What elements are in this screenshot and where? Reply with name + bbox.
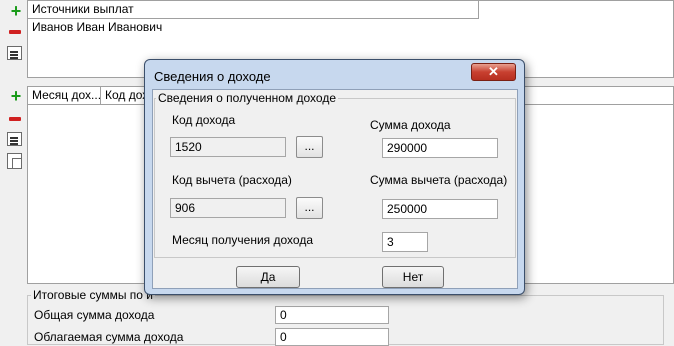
income-dialog: Сведения о доходе ✕ Сведения о полученно… — [144, 59, 525, 295]
income-code-label: Код дохода — [172, 113, 236, 127]
income-sum-field[interactable]: 290000 — [382, 138, 498, 158]
deduction-sum-field[interactable]: 250000 — [382, 199, 498, 219]
close-button[interactable]: ✕ — [471, 63, 516, 81]
income-info-group-label: Сведения о полученном доходе — [156, 91, 339, 105]
column-month[interactable]: Месяц дох... — [28, 87, 101, 104]
remove-income-icon[interactable] — [9, 117, 21, 121]
copy-income-icon[interactable] — [7, 153, 22, 169]
dialog-title: Сведения о доходе — [154, 69, 271, 84]
remove-source-icon[interactable] — [9, 30, 21, 34]
income-code-select-button[interactable]: ... — [296, 136, 323, 158]
edit-income-icon[interactable] — [7, 132, 22, 146]
taxable-income-label: Облагаемая сумма дохода — [34, 330, 184, 344]
add-source-icon[interactable]: + — [7, 2, 25, 21]
deduction-code-label: Код вычета (расхода) — [172, 173, 292, 187]
deduction-sum-label: Сумма вычета (расхода) — [370, 173, 508, 187]
deduction-code-select-button[interactable]: ... — [296, 197, 323, 219]
add-income-icon[interactable]: + — [7, 87, 25, 106]
income-sum-label: Сумма дохода — [370, 118, 451, 132]
taxable-income-field[interactable]: 0 — [275, 328, 389, 346]
total-income-field[interactable]: 0 — [275, 306, 389, 324]
cancel-button[interactable]: Нет — [382, 266, 444, 288]
dialog-body: Сведения о полученном доходе Код дохода … — [152, 89, 518, 289]
month-field[interactable]: 3 — [382, 232, 428, 252]
sources-header[interactable]: Источники выплат — [28, 1, 479, 19]
month-label: Месяц получения дохода — [172, 233, 313, 247]
total-income-label: Общая сумма дохода — [34, 308, 155, 322]
deduction-code-field[interactable]: 906 — [170, 198, 286, 218]
source-row[interactable]: Иванов Иван Иванович — [32, 20, 162, 34]
income-code-field[interactable]: 1520 — [170, 137, 286, 157]
totals-group-label: Итоговые суммы по и — [31, 288, 155, 302]
ok-button[interactable]: Да — [236, 266, 300, 288]
close-icon: ✕ — [488, 64, 499, 79]
edit-source-icon[interactable] — [7, 46, 22, 60]
